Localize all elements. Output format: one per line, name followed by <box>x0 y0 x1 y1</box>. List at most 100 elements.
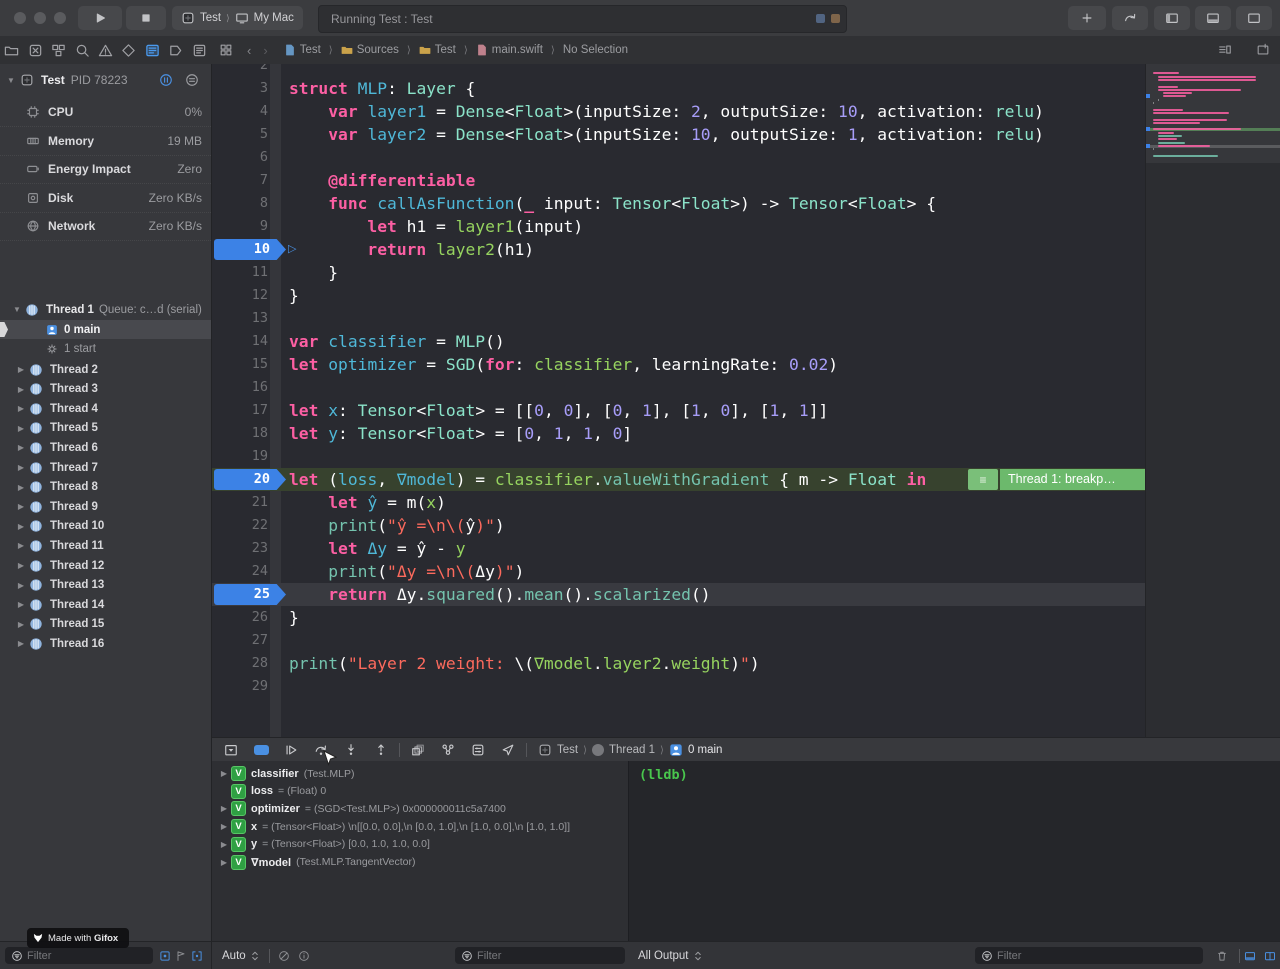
disclosure-triangle[interactable]: ▶ <box>16 404 26 413</box>
back-button[interactable]: ‹ <box>247 43 251 58</box>
line-number[interactable]: 2 <box>212 64 268 77</box>
line-number[interactable]: 21 <box>212 491 268 514</box>
zoom-window-button[interactable] <box>54 12 66 24</box>
line-number[interactable]: 3 <box>212 77 268 100</box>
disclosure-triangle[interactable]: ▼ <box>6 76 16 85</box>
line-number[interactable]: 12 <box>212 284 268 307</box>
variables-scope-dropdown[interactable]: Auto <box>222 950 261 962</box>
stack-frame-0-main[interactable]: 0 main <box>0 320 211 339</box>
thread-row-thread-12[interactable]: ▶Thread 12 <box>0 556 211 575</box>
console-output[interactable]: (lldb) <box>628 761 1280 941</box>
disclosure-triangle[interactable]: ▶ <box>219 822 229 831</box>
disclosure-triangle[interactable]: ▶ <box>16 502 26 511</box>
test-navigator-tab[interactable] <box>117 39 140 61</box>
line-number[interactable]: 16 <box>212 376 268 399</box>
line-number[interactable]: 27 <box>212 629 268 652</box>
code-line-24[interactable]: 24 print("Δy =\n\(Δy)") <box>212 560 1145 583</box>
code-line-9[interactable]: 9 let h1 = layer1(input) <box>212 215 1145 238</box>
code-line-22[interactable]: 22 print("ŷ =\n\(ŷ)") <box>212 514 1145 537</box>
variable-row-y[interactable]: ▶Vy= (Tensor<Float>) [0.0, 1.0, 1.0, 0.0… <box>212 836 628 853</box>
line-number[interactable]: 17 <box>212 399 268 422</box>
code-line-2[interactable]: 2 <box>212 64 1145 77</box>
issue-navigator-tab[interactable] <box>94 39 117 61</box>
memory-graph-button[interactable] <box>433 739 463 761</box>
thread-row-thread-16[interactable]: ▶Thread 16 <box>0 634 211 653</box>
console-output-dropdown[interactable]: All Output <box>638 950 704 962</box>
source-control-navigator-tab[interactable] <box>24 39 47 61</box>
line-number[interactable]: 18 <box>212 422 268 445</box>
thread-row-thread-4[interactable]: ▶Thread 4 <box>0 399 211 418</box>
gauge-row-energy-impact[interactable]: Energy ImpactZero <box>0 155 211 184</box>
code-line-17[interactable]: 17let x: Tensor<Float> = [[0, 0], [0, 1]… <box>212 399 1145 422</box>
gauge-row-network[interactable]: NetworkZero KB/s <box>0 212 211 241</box>
show-running-processes-icon[interactable] <box>159 950 171 962</box>
flagged-threads-icon[interactable] <box>175 950 187 962</box>
code-line-15[interactable]: 15let optimizer = SGD(for: classifier, l… <box>212 353 1145 376</box>
forward-button[interactable]: › <box>263 43 267 58</box>
split-debug-area-icon[interactable] <box>1264 950 1276 962</box>
thread-row-thread-7[interactable]: ▶Thread 7 <box>0 458 211 477</box>
thread-row-thread-15[interactable]: ▶Thread 15 <box>0 615 211 634</box>
disclosure-triangle[interactable]: ▶ <box>16 581 26 590</box>
console-filter-field[interactable]: Filter <box>975 947 1203 964</box>
code-line-19[interactable]: 19 <box>212 445 1145 468</box>
code-line-5[interactable]: 5 var layer2 = Dense<Float>(inputSize: 1… <box>212 123 1145 146</box>
hide-debug-area-button[interactable] <box>216 739 246 761</box>
process-row[interactable]: ▼ Test PID 78223 <box>0 70 211 90</box>
pause-process-icon[interactable] <box>159 73 173 87</box>
code-line-6[interactable]: 6 <box>212 146 1145 169</box>
code-line-12[interactable]: 12} <box>212 284 1145 307</box>
disclosure-triangle[interactable]: ▼ <box>12 305 22 314</box>
line-number[interactable]: 9 <box>212 215 268 238</box>
symbol-navigator-tab[interactable] <box>47 39 70 61</box>
breadcrumb[interactable]: Test⟩ Sources⟩ Test⟩ main.swift⟩ No Sele… <box>284 44 628 56</box>
report-navigator-tab[interactable] <box>188 39 211 61</box>
line-number[interactable]: 29 <box>212 675 268 698</box>
line-number[interactable]: 7 <box>212 169 268 192</box>
line-number[interactable]: 15 <box>212 353 268 376</box>
view-mode-icon[interactable] <box>185 73 199 87</box>
line-number[interactable]: 6 <box>212 146 268 169</box>
step-into-button[interactable] <box>336 739 366 761</box>
disclosure-triangle[interactable]: ▶ <box>16 483 26 492</box>
code-line-4[interactable]: 4 var layer1 = Dense<Float>(inputSize: 2… <box>212 100 1145 123</box>
disclosure-triangle[interactable]: ▶ <box>16 561 26 570</box>
thread-row-thread-6[interactable]: ▶Thread 6 <box>0 438 211 457</box>
variable-row-x[interactable]: ▶Vx= (Tensor<Float>) \n[[0.0, 0.0],\n [0… <box>212 818 628 835</box>
breakpoint-marker[interactable]: 20 <box>214 469 286 490</box>
disclosure-triangle[interactable]: ▶ <box>219 858 229 867</box>
code-line-18[interactable]: 18let y: Tensor<Float> = [0, 1, 1, 0] <box>212 422 1145 445</box>
disclosure-triangle[interactable]: ▶ <box>16 463 26 472</box>
line-number[interactable]: 5 <box>212 123 268 146</box>
code-line-16[interactable]: 16 <box>212 376 1145 399</box>
disclosure-triangle[interactable]: ▶ <box>16 424 26 433</box>
disclosure-triangle[interactable]: ▶ <box>16 385 26 394</box>
code-review-button[interactable] <box>1112 6 1148 30</box>
code-line-29[interactable]: 29 <box>212 675 1145 698</box>
thread-row-thread-2[interactable]: ▶Thread 2 <box>0 360 211 379</box>
variable-row-∇model[interactable]: ▶V∇model(Test.MLP.TangentVector) <box>212 854 628 871</box>
disclosure-triangle[interactable]: ▶ <box>16 541 26 550</box>
line-number[interactable]: 23 <box>212 537 268 560</box>
close-window-button[interactable] <box>14 12 26 24</box>
scheme-selector[interactable]: Test ⟩ My Mac <box>172 6 303 30</box>
project-navigator-tab[interactable] <box>0 39 23 61</box>
view-hierarchy-button[interactable] <box>403 739 433 761</box>
disclosure-triangle[interactable]: ▶ <box>219 804 229 813</box>
debug-navigator-tab[interactable] <box>141 39 164 61</box>
line-number[interactable]: 22 <box>212 514 268 537</box>
code-line-11[interactable]: 11 } <box>212 261 1145 284</box>
code-line-25[interactable]: 25 return Δy.squared().mean().scalarized… <box>212 583 1145 606</box>
run-button[interactable] <box>78 6 122 30</box>
stack-frame-1-start[interactable]: 1 start <box>0 340 211 359</box>
editor-minimap[interactable] <box>1145 64 1280 737</box>
disclosure-triangle[interactable]: ▶ <box>16 620 26 629</box>
line-number[interactable]: 11 <box>212 261 268 284</box>
variables-filter-field[interactable]: Filter <box>455 947 625 964</box>
disclosure-triangle[interactable]: ▶ <box>16 522 26 531</box>
disclosure-triangle[interactable]: ▶ <box>219 769 229 778</box>
thread-row-thread-5[interactable]: ▶Thread 5 <box>0 419 211 438</box>
thread-row-thread-3[interactable]: ▶Thread 3 <box>0 380 211 399</box>
code-line-13[interactable]: 13 <box>212 307 1145 330</box>
variables-view[interactable]: ▶Vclassifier(Test.MLP)Vloss= (Float) 0▶V… <box>212 761 628 941</box>
